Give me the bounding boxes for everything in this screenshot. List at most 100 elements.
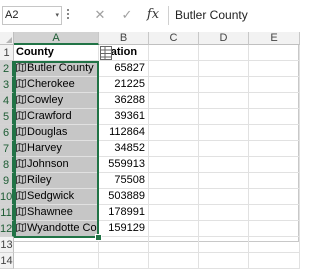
- cell-b13[interactable]: [99, 237, 149, 253]
- row-header-13[interactable]: 13: [0, 237, 14, 253]
- map-icon[interactable]: [16, 110, 26, 120]
- row-header-14[interactable]: 14: [0, 253, 14, 269]
- county-cell[interactable]: Cherokee: [14, 77, 99, 93]
- cell-d14[interactable]: [199, 253, 249, 269]
- chevron-down-icon[interactable]: ▾: [55, 7, 59, 24]
- cell-d12[interactable]: [199, 221, 249, 237]
- county-cell[interactable]: Johnson: [14, 157, 99, 173]
- cell-e5[interactable]: [249, 109, 300, 125]
- cell-c9[interactable]: [149, 173, 199, 189]
- cell-e1[interactable]: [249, 45, 300, 61]
- county-cell[interactable]: Riley: [14, 173, 99, 189]
- cell-c13[interactable]: [149, 237, 199, 253]
- population-cell[interactable]: 503889: [99, 189, 149, 205]
- cell-b14[interactable]: [99, 253, 149, 269]
- cell-e12[interactable]: [249, 221, 300, 237]
- cell-c8[interactable]: [149, 157, 199, 173]
- cell-e7[interactable]: [249, 141, 300, 157]
- population-cell[interactable]: 559913: [99, 157, 149, 173]
- map-icon[interactable]: [16, 222, 26, 232]
- cell-d3[interactable]: [199, 77, 249, 93]
- row-header-2[interactable]: 2: [0, 61, 14, 77]
- population-cell[interactable]: 178991: [99, 205, 149, 221]
- cell-e14[interactable]: [249, 253, 300, 269]
- cell-c11[interactable]: [149, 205, 199, 221]
- formula-input[interactable]: Butler County: [168, 6, 299, 25]
- cell-c5[interactable]: [149, 109, 199, 125]
- cell-c12[interactable]: [149, 221, 199, 237]
- cell-d11[interactable]: [199, 205, 249, 221]
- row-header-3[interactable]: 3: [0, 77, 14, 93]
- row-header-6[interactable]: 6: [0, 125, 14, 141]
- population-cell[interactable]: 159129: [99, 221, 149, 237]
- map-icon[interactable]: [16, 126, 26, 136]
- column-header-d[interactable]: D: [199, 32, 249, 45]
- row-header-10[interactable]: 10: [0, 189, 14, 205]
- cell-e8[interactable]: [249, 157, 300, 173]
- cell-c1[interactable]: [149, 45, 199, 61]
- cell-e10[interactable]: [249, 189, 300, 205]
- county-cell[interactable]: Douglas: [14, 125, 99, 141]
- cell-e3[interactable]: [249, 77, 300, 93]
- map-icon[interactable]: [16, 206, 26, 216]
- population-cell[interactable]: 21225: [99, 77, 149, 93]
- cell-a13[interactable]: [14, 237, 99, 253]
- row-header-7[interactable]: 7: [0, 141, 14, 157]
- check-icon[interactable]: ✓: [116, 5, 138, 25]
- column-header-c[interactable]: C: [149, 32, 199, 45]
- cell-d9[interactable]: [199, 173, 249, 189]
- cell-d2[interactable]: [199, 61, 249, 77]
- cell-a14[interactable]: [14, 253, 99, 269]
- cell-d5[interactable]: [199, 109, 249, 125]
- insert-function-icon[interactable]: fx: [142, 5, 164, 25]
- cell-e13[interactable]: [249, 237, 300, 253]
- row-header-9[interactable]: 9: [0, 173, 14, 189]
- column-header-e[interactable]: E: [249, 32, 300, 45]
- county-cell[interactable]: Shawnee: [14, 205, 99, 221]
- cell-c10[interactable]: [149, 189, 199, 205]
- population-cell[interactable]: 34852: [99, 141, 149, 157]
- cell-c6[interactable]: [149, 125, 199, 141]
- map-icon[interactable]: [16, 190, 26, 200]
- name-box[interactable]: A2 ▾: [2, 6, 62, 25]
- cell-d10[interactable]: [199, 189, 249, 205]
- column-header-a[interactable]: A: [14, 32, 99, 45]
- county-cell[interactable]: Sedgwick: [14, 189, 99, 205]
- population-cell[interactable]: 112864: [99, 125, 149, 141]
- map-icon[interactable]: [16, 94, 26, 104]
- cell-e6[interactable]: [249, 125, 300, 141]
- cell-d4[interactable]: [199, 93, 249, 109]
- cell-d6[interactable]: [199, 125, 249, 141]
- map-icon[interactable]: [16, 78, 26, 88]
- cell-e11[interactable]: [249, 205, 300, 221]
- cell-c14[interactable]: [149, 253, 199, 269]
- cell-c3[interactable]: [149, 77, 199, 93]
- county-cell[interactable]: Butler County: [14, 61, 99, 77]
- map-icon[interactable]: [16, 158, 26, 168]
- column-header-b[interactable]: B: [99, 32, 149, 45]
- county-cell[interactable]: Crawford: [14, 109, 99, 125]
- row-header-4[interactable]: 4: [0, 93, 14, 109]
- select-all-button[interactable]: [0, 32, 14, 45]
- county-cell[interactable]: Wyandotte Coun: [14, 221, 99, 237]
- population-cell[interactable]: 36288: [99, 93, 149, 109]
- row-header-1[interactable]: 1: [0, 45, 14, 61]
- fill-handle[interactable]: [95, 234, 102, 241]
- drag-handle-icon[interactable]: [67, 8, 71, 20]
- cell-e9[interactable]: [249, 173, 300, 189]
- row-header-5[interactable]: 5: [0, 109, 14, 125]
- cell-e4[interactable]: [249, 93, 300, 109]
- map-icon[interactable]: [16, 174, 26, 184]
- cell-d7[interactable]: [199, 141, 249, 157]
- county-cell[interactable]: Harvey: [14, 141, 99, 157]
- cell-d1[interactable]: [199, 45, 249, 61]
- row-header-12[interactable]: 12: [0, 221, 14, 237]
- county-cell[interactable]: Cowley: [14, 93, 99, 109]
- cell-c2[interactable]: [149, 61, 199, 77]
- cell-c7[interactable]: [149, 141, 199, 157]
- cell-e2[interactable]: [249, 61, 300, 77]
- header-county[interactable]: County: [14, 45, 99, 61]
- cell-d13[interactable]: [199, 237, 249, 253]
- close-icon[interactable]: ✕: [89, 5, 111, 25]
- population-cell[interactable]: 65827: [99, 61, 149, 77]
